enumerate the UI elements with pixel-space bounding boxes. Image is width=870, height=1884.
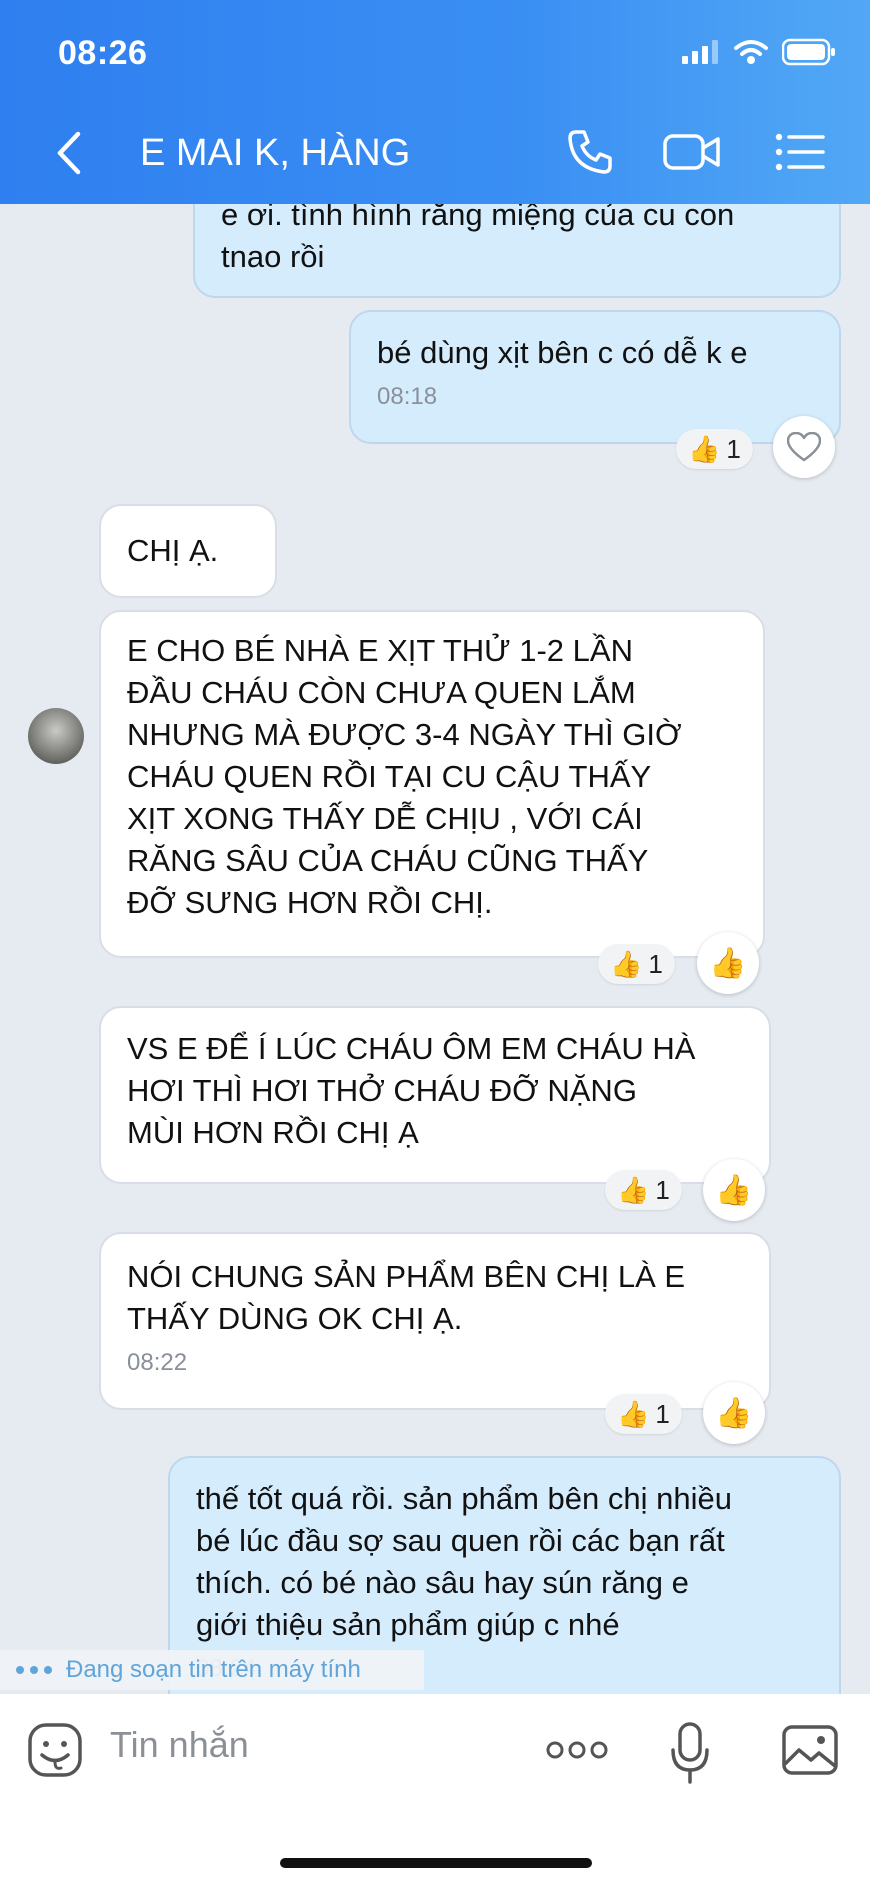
- message-bubble-outgoing[interactable]: e ơi. tình hình răng miệng của cu con tn…: [193, 204, 841, 298]
- voice-message-button[interactable]: [668, 1722, 712, 1784]
- react-button[interactable]: [773, 416, 835, 478]
- message-input[interactable]: Tin nhắn: [110, 1724, 249, 1766]
- message-text: thích. có bé nào sâu hay sún răng e: [196, 1565, 689, 1600]
- message-text: HƠI THÌ HƠI THỞ CHÁU ĐỠ NẶNG: [127, 1073, 637, 1108]
- thumbs-up-icon: 👍: [617, 1398, 650, 1429]
- message-bubble-incoming[interactable]: E CHO BÉ NHÀ E XỊT THỬ 1-2 LẦN ĐẦU CHÁU …: [99, 610, 765, 958]
- message-text: XỊT XONG THẤY DỄ CHỊU , VỚI CÁI: [127, 801, 643, 836]
- message-text: NHƯNG MÀ ĐƯỢC 3-4 NGÀY THÌ GIỜ: [127, 717, 682, 752]
- thumbs-up-icon: 👍: [715, 1173, 753, 1207]
- video-call-button[interactable]: [660, 122, 724, 182]
- message-bubble-incoming[interactable]: CHỊ Ạ.: [99, 504, 277, 598]
- message-text: tnao rồi: [221, 239, 325, 274]
- photo-button[interactable]: [780, 1722, 840, 1778]
- message-text: CHỊ Ạ.: [127, 533, 219, 568]
- reaction-summary[interactable]: 👍 1: [605, 1394, 682, 1434]
- message-timestamp: 08:18: [377, 383, 438, 410]
- message-bubble-incoming[interactable]: NÓI CHUNG SẢN PHẨM BÊN CHỊ LÀ E THẤY DÙN…: [99, 1232, 771, 1410]
- typing-dots-icon: [16, 1666, 52, 1674]
- message-text: ĐỠ SƯNG HƠN RỒI CHỊ.: [127, 885, 493, 920]
- conversation-title[interactable]: E MAI K, HÀNG: [140, 132, 410, 175]
- message-text: thế tốt quá rồi. sản phẩm bên chị nhiều: [196, 1481, 732, 1516]
- message-text: bé lúc đầu sợ sau quen rồi các bạn rất: [196, 1523, 725, 1558]
- message-text: giới thiệu sản phẩm giúp c nhé: [196, 1607, 620, 1642]
- reaction-summary[interactable]: 👍 1: [605, 1170, 682, 1210]
- thumbs-up-icon: 👍: [610, 948, 643, 979]
- voice-call-button[interactable]: [560, 122, 620, 182]
- battery-icon: [782, 38, 835, 66]
- message-text: CHÁU QUEN RỒI TẠI CU CẬU THẤY: [127, 759, 652, 794]
- reaction-summary[interactable]: 👍 1: [598, 944, 675, 984]
- reaction-count: 1: [648, 948, 663, 979]
- message-text: THẤY DÙNG OK CHỊ Ạ.: [127, 1301, 463, 1336]
- chevron-left-icon: [57, 131, 81, 175]
- message-text: MÙI HƠN RỒI CHỊ Ạ: [127, 1115, 419, 1150]
- heart-icon: [787, 432, 821, 462]
- more-dots-icon: [546, 1741, 608, 1759]
- video-camera-icon: [663, 134, 720, 170]
- message-timestamp: 08:22: [127, 1349, 188, 1376]
- chat-header: 08:26 E MAI K, HÀNG: [0, 0, 870, 204]
- reaction-summary[interactable]: 👍 1: [676, 429, 753, 469]
- thumbs-up-icon: 👍: [715, 1396, 753, 1430]
- list-menu-icon: [775, 133, 825, 171]
- conversation-options-button[interactable]: [770, 122, 830, 182]
- image-gallery-icon: [782, 1725, 838, 1775]
- status-time: 08:26: [58, 34, 148, 72]
- react-button[interactable]: 👍: [697, 932, 759, 994]
- signal-icon: [682, 40, 718, 64]
- more-options-button[interactable]: [546, 1722, 608, 1778]
- reaction-count: 1: [726, 433, 741, 464]
- message-text: e ơi. tình hình răng miệng của cu con: [221, 204, 735, 232]
- message-text: ĐẦU CHÁU CÒN CHƯA QUEN LẮM: [127, 675, 636, 710]
- react-button[interactable]: 👍: [703, 1159, 765, 1221]
- reaction-count: 1: [655, 1174, 670, 1205]
- thumbs-up-icon: 👍: [688, 433, 721, 464]
- thumbs-up-icon: 👍: [617, 1174, 650, 1205]
- wifi-icon: [734, 40, 768, 64]
- emoji-sticker-icon: [28, 1723, 82, 1777]
- status-icons: [682, 38, 836, 66]
- composer-bar: Tin nhắn: [0, 1694, 870, 1884]
- message-text: bé dùng xịt bên c có dễ k e: [377, 335, 748, 370]
- message-text: E CHO BÉ NHÀ E XỊT THỬ 1-2 LẦN: [127, 633, 633, 668]
- message-bubble-outgoing[interactable]: bé dùng xịt bên c có dễ k e 08:18: [349, 310, 841, 444]
- microphone-icon: [671, 1722, 709, 1784]
- typing-indicator: Đang soạn tin trên máy tính: [0, 1650, 424, 1690]
- thumbs-up-icon: 👍: [709, 946, 747, 980]
- message-list[interactable]: e ơi. tình hình răng miệng của cu con tn…: [0, 204, 870, 1694]
- home-indicator[interactable]: [280, 1858, 592, 1868]
- message-text: NÓI CHUNG SẢN PHẨM BÊN CHỊ LÀ E: [127, 1259, 686, 1294]
- phone-icon: [568, 130, 612, 174]
- sticker-button[interactable]: [26, 1722, 84, 1778]
- message-text: RĂNG SÂU CỦA CHÁU CŨNG THẤY: [127, 843, 649, 878]
- typing-indicator-text: Đang soạn tin trên máy tính: [66, 1656, 361, 1683]
- react-button[interactable]: 👍: [703, 1382, 765, 1444]
- reaction-count: 1: [655, 1398, 670, 1429]
- back-button[interactable]: [50, 126, 90, 180]
- message-text: VS E ĐỂ Í LÚC CHÁU ÔM EM CHÁU HÀ: [127, 1031, 696, 1066]
- message-bubble-incoming[interactable]: VS E ĐỂ Í LÚC CHÁU ÔM EM CHÁU HÀ HƠI THÌ…: [99, 1006, 771, 1184]
- sender-avatar[interactable]: [28, 708, 84, 764]
